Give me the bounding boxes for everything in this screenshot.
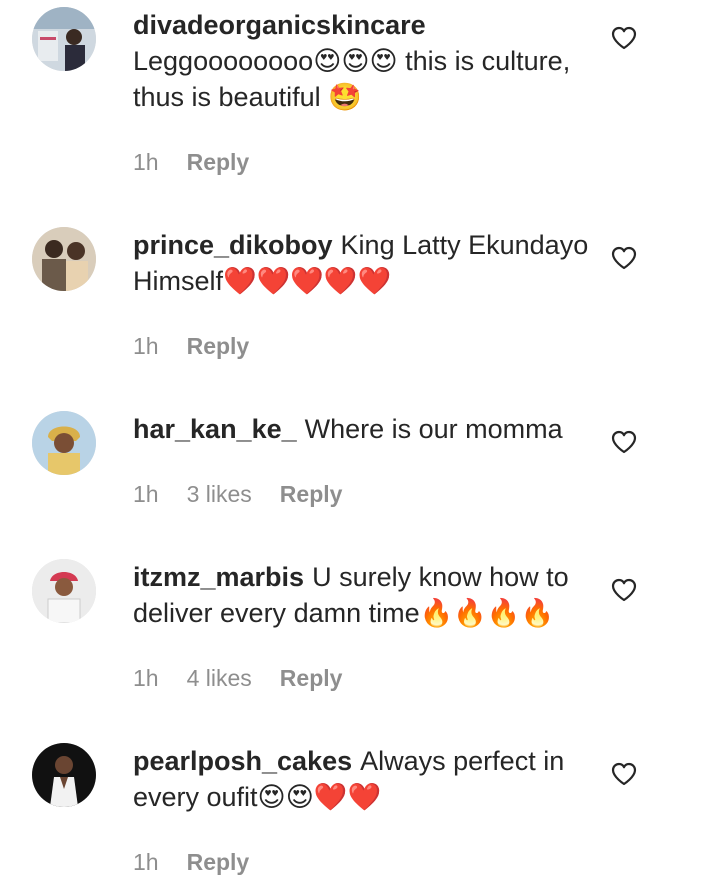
avatar[interactable]: [32, 227, 96, 291]
username[interactable]: prince_dikoboy: [133, 230, 333, 260]
heart-outline-icon[interactable]: [611, 246, 637, 270]
comment-body: har_kan_ke_ Where is our momma: [133, 411, 593, 447]
heart-outline-icon[interactable]: [611, 762, 637, 786]
comment-time: 1h: [133, 481, 159, 507]
username[interactable]: itzmz_marbis: [133, 562, 304, 592]
comment-body: divadeorganicskincare Leggoooooooo😍😍😍 th…: [133, 7, 593, 115]
avatar[interactable]: [32, 743, 96, 807]
avatar[interactable]: [32, 559, 96, 623]
comment-meta: 1h 4 likes Reply: [133, 665, 370, 692]
avatar[interactable]: [32, 411, 96, 475]
comment-time: 1h: [133, 849, 159, 875]
reply-button[interactable]: Reply: [280, 665, 343, 691]
like-count[interactable]: 3 likes: [187, 481, 252, 507]
heart-outline-icon[interactable]: [611, 430, 637, 454]
username[interactable]: har_kan_ke_: [133, 414, 297, 444]
comment-meta: 1h Reply: [133, 849, 277, 876]
username[interactable]: divadeorganicskincare: [133, 7, 585, 43]
reply-button[interactable]: Reply: [187, 149, 250, 175]
like-count[interactable]: 4 likes: [187, 665, 252, 691]
avatar[interactable]: [32, 7, 96, 71]
comment-time: 1h: [133, 665, 159, 691]
comment-meta: 1h 3 likes Reply: [133, 481, 370, 508]
comment-time: 1h: [133, 149, 159, 175]
comment-text: Where is our momma: [304, 414, 563, 444]
comment-text: Leggoooooooo😍😍😍 this is culture, thus is…: [133, 46, 571, 112]
comment-body: prince_dikoboy King Latty Ekundayo Himsel…: [133, 227, 593, 299]
reply-button[interactable]: Reply: [280, 481, 343, 507]
comment-meta: 1h Reply: [133, 333, 277, 360]
heart-outline-icon[interactable]: [611, 578, 637, 602]
comment-body: itzmz_marbis U surely know how to deliver…: [133, 559, 593, 631]
comment-body: pearlposh_cakes Always perfect in every o…: [133, 743, 593, 815]
comment-meta: 1h Reply: [133, 149, 277, 176]
reply-button[interactable]: Reply: [187, 333, 250, 359]
heart-outline-icon[interactable]: [611, 26, 637, 50]
username[interactable]: pearlposh_cakes: [133, 746, 352, 776]
reply-button[interactable]: Reply: [187, 849, 250, 875]
comment-time: 1h: [133, 333, 159, 359]
